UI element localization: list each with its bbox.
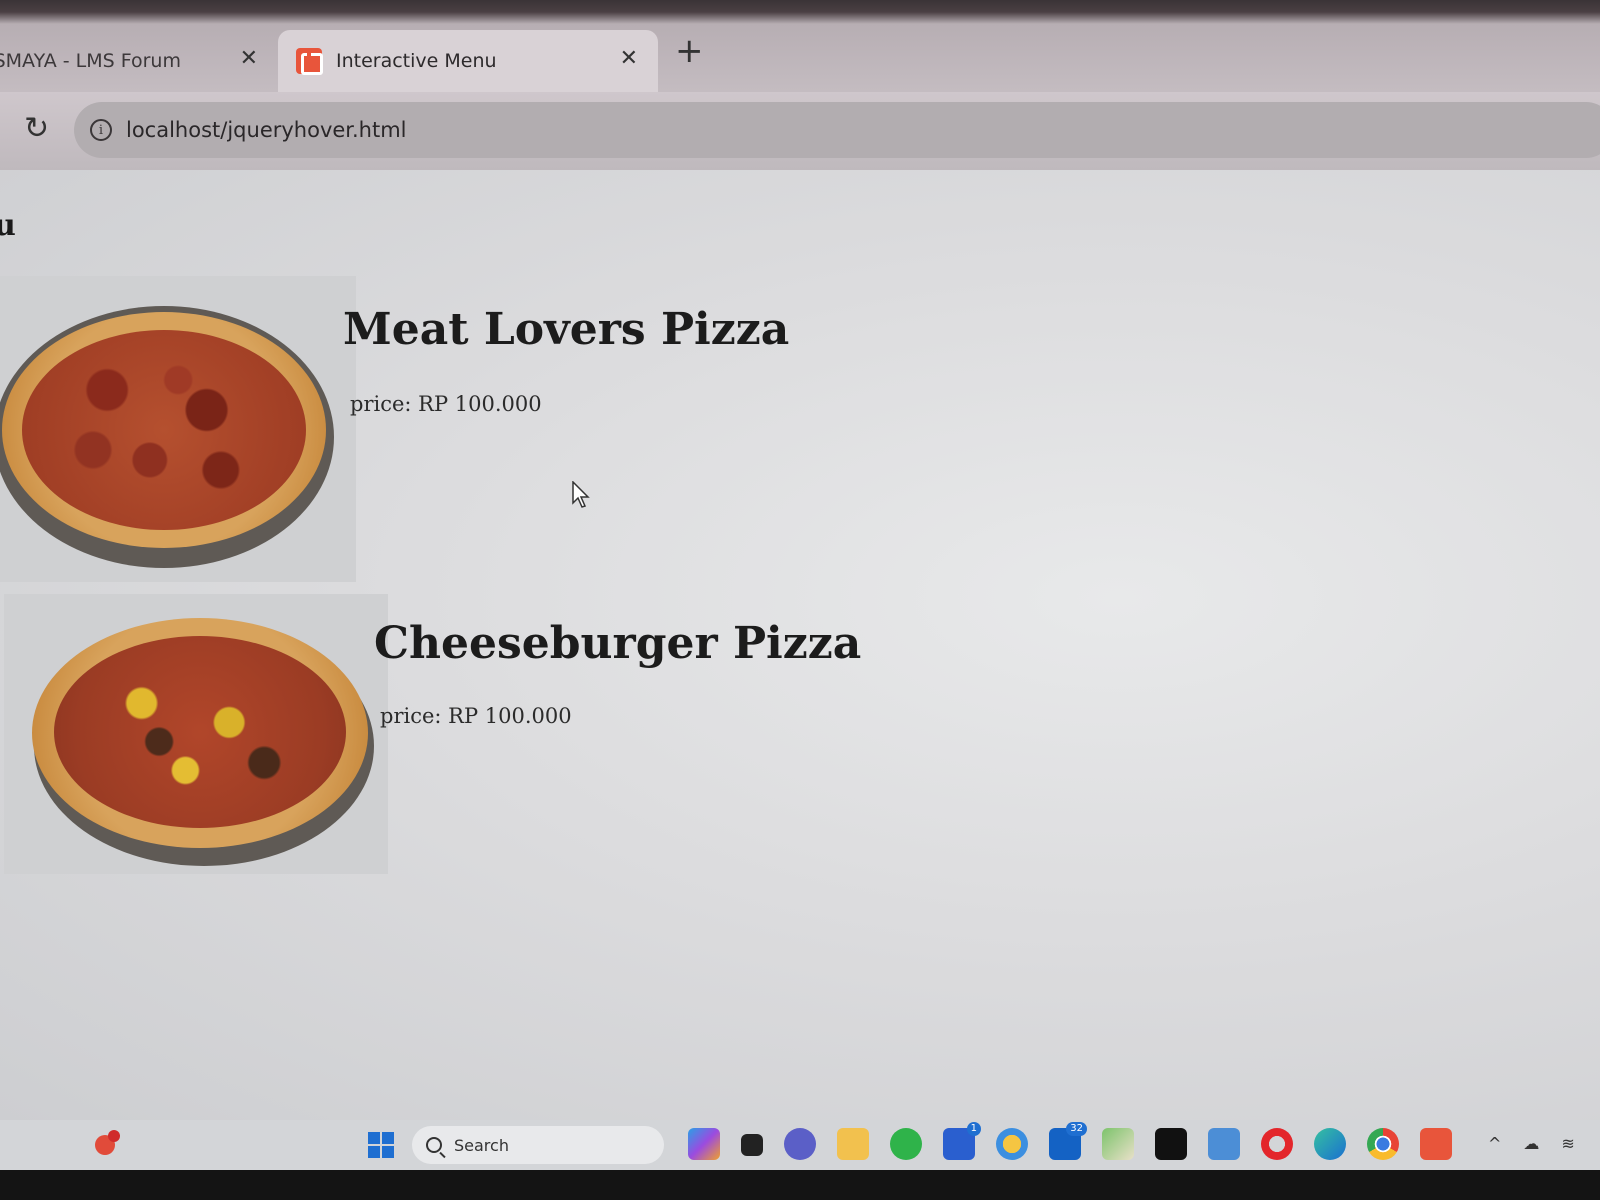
store-icon[interactable]: 1 bbox=[943, 1122, 981, 1160]
edge-icon[interactable] bbox=[1314, 1128, 1346, 1160]
new-tab-icon[interactable]: + bbox=[675, 34, 704, 68]
opera-icon[interactable] bbox=[1261, 1128, 1293, 1160]
item-price: price: RP 100.000 bbox=[350, 392, 542, 416]
photos-icon[interactable] bbox=[1208, 1128, 1240, 1160]
outlook-icon[interactable]: 32 bbox=[1049, 1122, 1087, 1160]
reload-icon[interactable]: ↻ bbox=[24, 114, 49, 144]
meat-lovers-pizza-image bbox=[0, 276, 356, 582]
tab-title: JSMAYA - LMS Forum bbox=[0, 50, 181, 72]
item-name: Meat Lovers Pizza bbox=[343, 304, 790, 355]
chevron-up-icon[interactable]: ^ bbox=[1488, 1134, 1501, 1153]
item-name: Cheeseburger Pizza bbox=[374, 618, 862, 669]
xampp-icon[interactable] bbox=[1420, 1128, 1452, 1160]
item-price: price: RP 100.000 bbox=[380, 704, 572, 728]
address-bar[interactable]: i localhost/jqueryhover.html bbox=[74, 102, 1600, 158]
wifi-icon[interactable]: ≋ bbox=[1561, 1134, 1574, 1153]
cheeseburger-pizza-image bbox=[4, 594, 388, 874]
whatsapp-icon[interactable] bbox=[890, 1128, 922, 1160]
search-label: Search bbox=[454, 1135, 509, 1155]
page-viewport: u Meat Lovers Pizza price: RP 100.000 Ch… bbox=[0, 170, 1600, 1120]
windows-start-icon[interactable] bbox=[368, 1132, 394, 1158]
search-icon bbox=[426, 1137, 442, 1153]
site-info-icon[interactable]: i bbox=[90, 119, 112, 141]
xampp-favicon-icon bbox=[296, 48, 323, 75]
taskbar-search[interactable]: Search bbox=[412, 1126, 664, 1164]
widgets-icon[interactable] bbox=[92, 1128, 122, 1158]
close-tab-icon[interactable]: ✕ bbox=[620, 48, 638, 70]
weather-icon[interactable] bbox=[996, 1128, 1028, 1160]
tab-title: Interactive Menu bbox=[336, 50, 497, 72]
system-tray: ^ ☁ ≋ bbox=[1488, 1134, 1575, 1153]
page-heading: u bbox=[0, 208, 16, 243]
file-explorer-icon[interactable] bbox=[837, 1128, 869, 1160]
close-tab-icon[interactable]: ✕ bbox=[240, 48, 258, 70]
windows-taskbar: Search 1 32 ^ ☁ ≋ bbox=[0, 1120, 1600, 1170]
chat-icon[interactable] bbox=[784, 1128, 816, 1160]
copilot-icon[interactable] bbox=[688, 1128, 720, 1160]
chrome-icon[interactable] bbox=[1367, 1128, 1399, 1160]
task-view-icon[interactable] bbox=[741, 1134, 763, 1156]
browser-toolbar: ↻ i localhost/jqueryhover.html bbox=[0, 92, 1600, 170]
url-text[interactable]: localhost/jqueryhover.html bbox=[126, 118, 407, 142]
monitor-bezel bbox=[0, 1170, 1600, 1200]
notification-badge: 1 bbox=[966, 1122, 981, 1136]
notification-badge: 32 bbox=[1066, 1122, 1087, 1136]
browser-tab-strip: JSMAYA - LMS Forum ✕ Interactive Menu ✕ … bbox=[0, 0, 1600, 92]
paint-icon[interactable] bbox=[1102, 1128, 1134, 1160]
taskbar-pinned-apps: 1 32 bbox=[688, 1122, 1452, 1160]
tab-lms-forum[interactable]: JSMAYA - LMS Forum ✕ bbox=[0, 30, 278, 92]
terminal-icon[interactable] bbox=[1155, 1128, 1187, 1160]
tab-interactive-menu[interactable]: Interactive Menu ✕ bbox=[278, 30, 658, 92]
onedrive-cloud-icon[interactable]: ☁ bbox=[1523, 1134, 1539, 1153]
